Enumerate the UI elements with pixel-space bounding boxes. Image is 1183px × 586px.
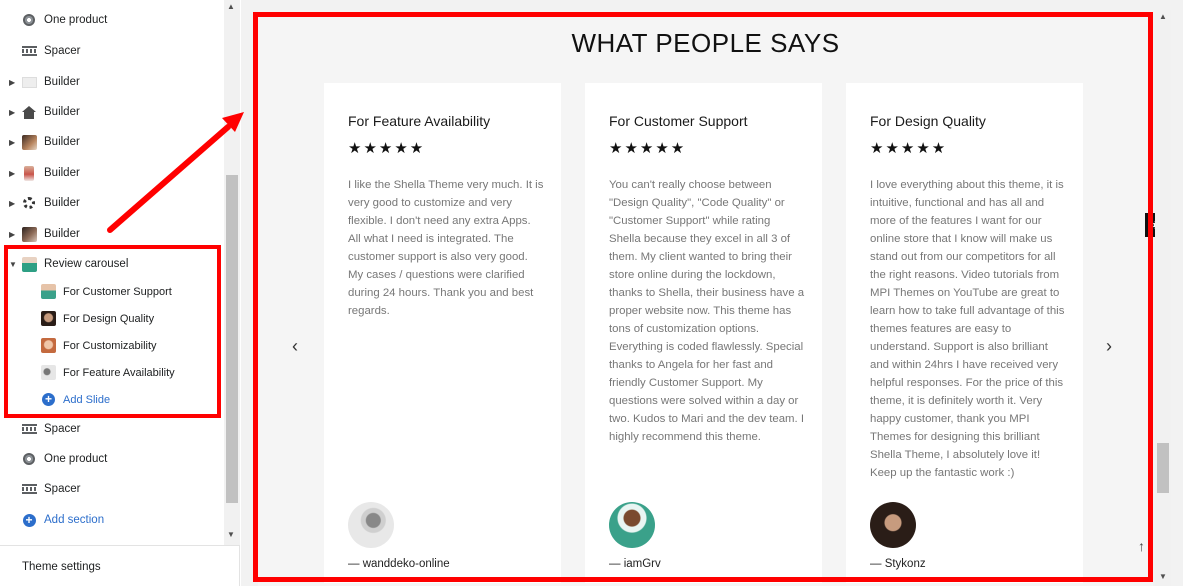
product-icon [21,13,37,27]
testimonial-card: For Customer Support ★★★★★ You can't rea… [585,83,822,583]
star-rating: ★★★★★ [870,140,948,157]
back-to-top-icon[interactable]: ↑ [1138,538,1145,554]
section-item-one-product[interactable]: One product [0,444,224,474]
section-label: Builder [44,228,80,240]
builder-gear-icon [21,196,37,210]
review-carousel-highlight [4,245,221,418]
section-item-spacer[interactable]: Spacer [0,474,224,504]
star-rating: ★★★★★ [348,140,426,157]
avatar [609,502,655,548]
chevron-right-icon[interactable]: ▶ [9,78,17,87]
author-name: — iamGrv [609,558,661,570]
scroll-down-icon[interactable]: ▼ [1159,572,1167,581]
section-label: Builder [44,136,80,148]
scroll-down-icon[interactable]: ▼ [227,530,235,539]
add-section-label: Add section [44,514,105,526]
theme-preview: WHAT PEOPLE SAYS For Feature Availabilit… [241,0,1183,586]
testimonial-card: For Feature Availability ★★★★★ I like th… [324,83,561,583]
author-name: — Stykonz [870,558,926,570]
scroll-up-icon[interactable]: ▲ [1159,12,1167,21]
card-title: For Customer Support [609,113,748,129]
plus-circle-icon: + [21,513,37,527]
product-icon [21,452,37,466]
section-item-one-product[interactable]: One product [0,5,224,35]
carousel-next-arrow[interactable]: › [1106,336,1112,357]
section-title: WHAT PEOPLE SAYS [571,28,840,58]
builder-photo-icon [21,226,37,242]
home-icon [21,105,37,119]
sidebar-scrollbar-thumb[interactable] [226,175,238,503]
avatar [870,502,916,548]
section-item-spacer[interactable]: Spacer [0,414,224,444]
chevron-right-icon[interactable]: ▶ [9,108,17,117]
card-body: I love everything about this theme, it i… [870,179,1065,479]
avatar [348,502,394,548]
card-title: For Feature Availability [348,113,491,129]
section-label: Builder [44,76,80,88]
builder-photo-icon [21,134,37,150]
author-name: — wanddeko-online [348,558,450,570]
theme-settings-button[interactable]: Theme settings [0,545,240,586]
spacer-icon [21,422,37,436]
star-rating: ★★★★★ [609,140,687,157]
section-label: One product [44,14,108,26]
chevron-right-icon[interactable]: ▶ [9,138,17,147]
chevron-right-icon[interactable]: ▶ [9,230,17,239]
chevron-right-icon[interactable]: ▶ [9,169,17,178]
builder-person-icon [21,165,37,181]
section-item-spacer[interactable]: Spacer [0,36,224,66]
carousel-prev-arrow[interactable]: ‹ [292,336,298,357]
card-body: You can't really choose between "Design … [609,179,805,443]
spacer-icon [21,482,37,496]
preview-scrollbar-thumb[interactable] [1157,443,1169,493]
spacer-icon [21,44,37,58]
section-label: Builder [44,197,80,209]
section-label: Builder [44,167,80,179]
section-item-builder[interactable]: ▶ Builder [0,158,224,188]
section-item-builder[interactable]: ▶ Builder [0,67,224,97]
section-item-builder[interactable]: ▶ Builder [0,127,224,157]
builder-thumb-icon [21,75,37,89]
card-body: I like the Shella Theme very much. It is… [348,179,544,317]
sidebar-scrollbar[interactable]: ▲ ▼ [224,0,240,545]
preview-scrollbar[interactable]: ▲ ▼ [1155,10,1171,586]
add-section-button[interactable]: + Add section [0,505,224,535]
section-label: One product [44,453,108,465]
section-item-builder[interactable]: ▶ Builder [0,188,224,218]
section-label: Spacer [44,423,81,435]
chevron-right-icon[interactable]: ▶ [9,199,17,208]
testimonial-card: For Design Quality ★★★★★ I love everythi… [846,83,1083,583]
section-label: Spacer [44,483,81,495]
testimonials-section: WHAT PEOPLE SAYS For Feature Availabilit… [258,10,1171,586]
scroll-up-icon[interactable]: ▲ [227,2,235,11]
theme-settings-label: Theme settings [22,561,101,573]
section-label: Spacer [44,45,81,57]
section-item-builder[interactable]: ▶ Builder [0,97,224,127]
section-label: Builder [44,106,80,118]
card-title: For Design Quality [870,113,986,129]
